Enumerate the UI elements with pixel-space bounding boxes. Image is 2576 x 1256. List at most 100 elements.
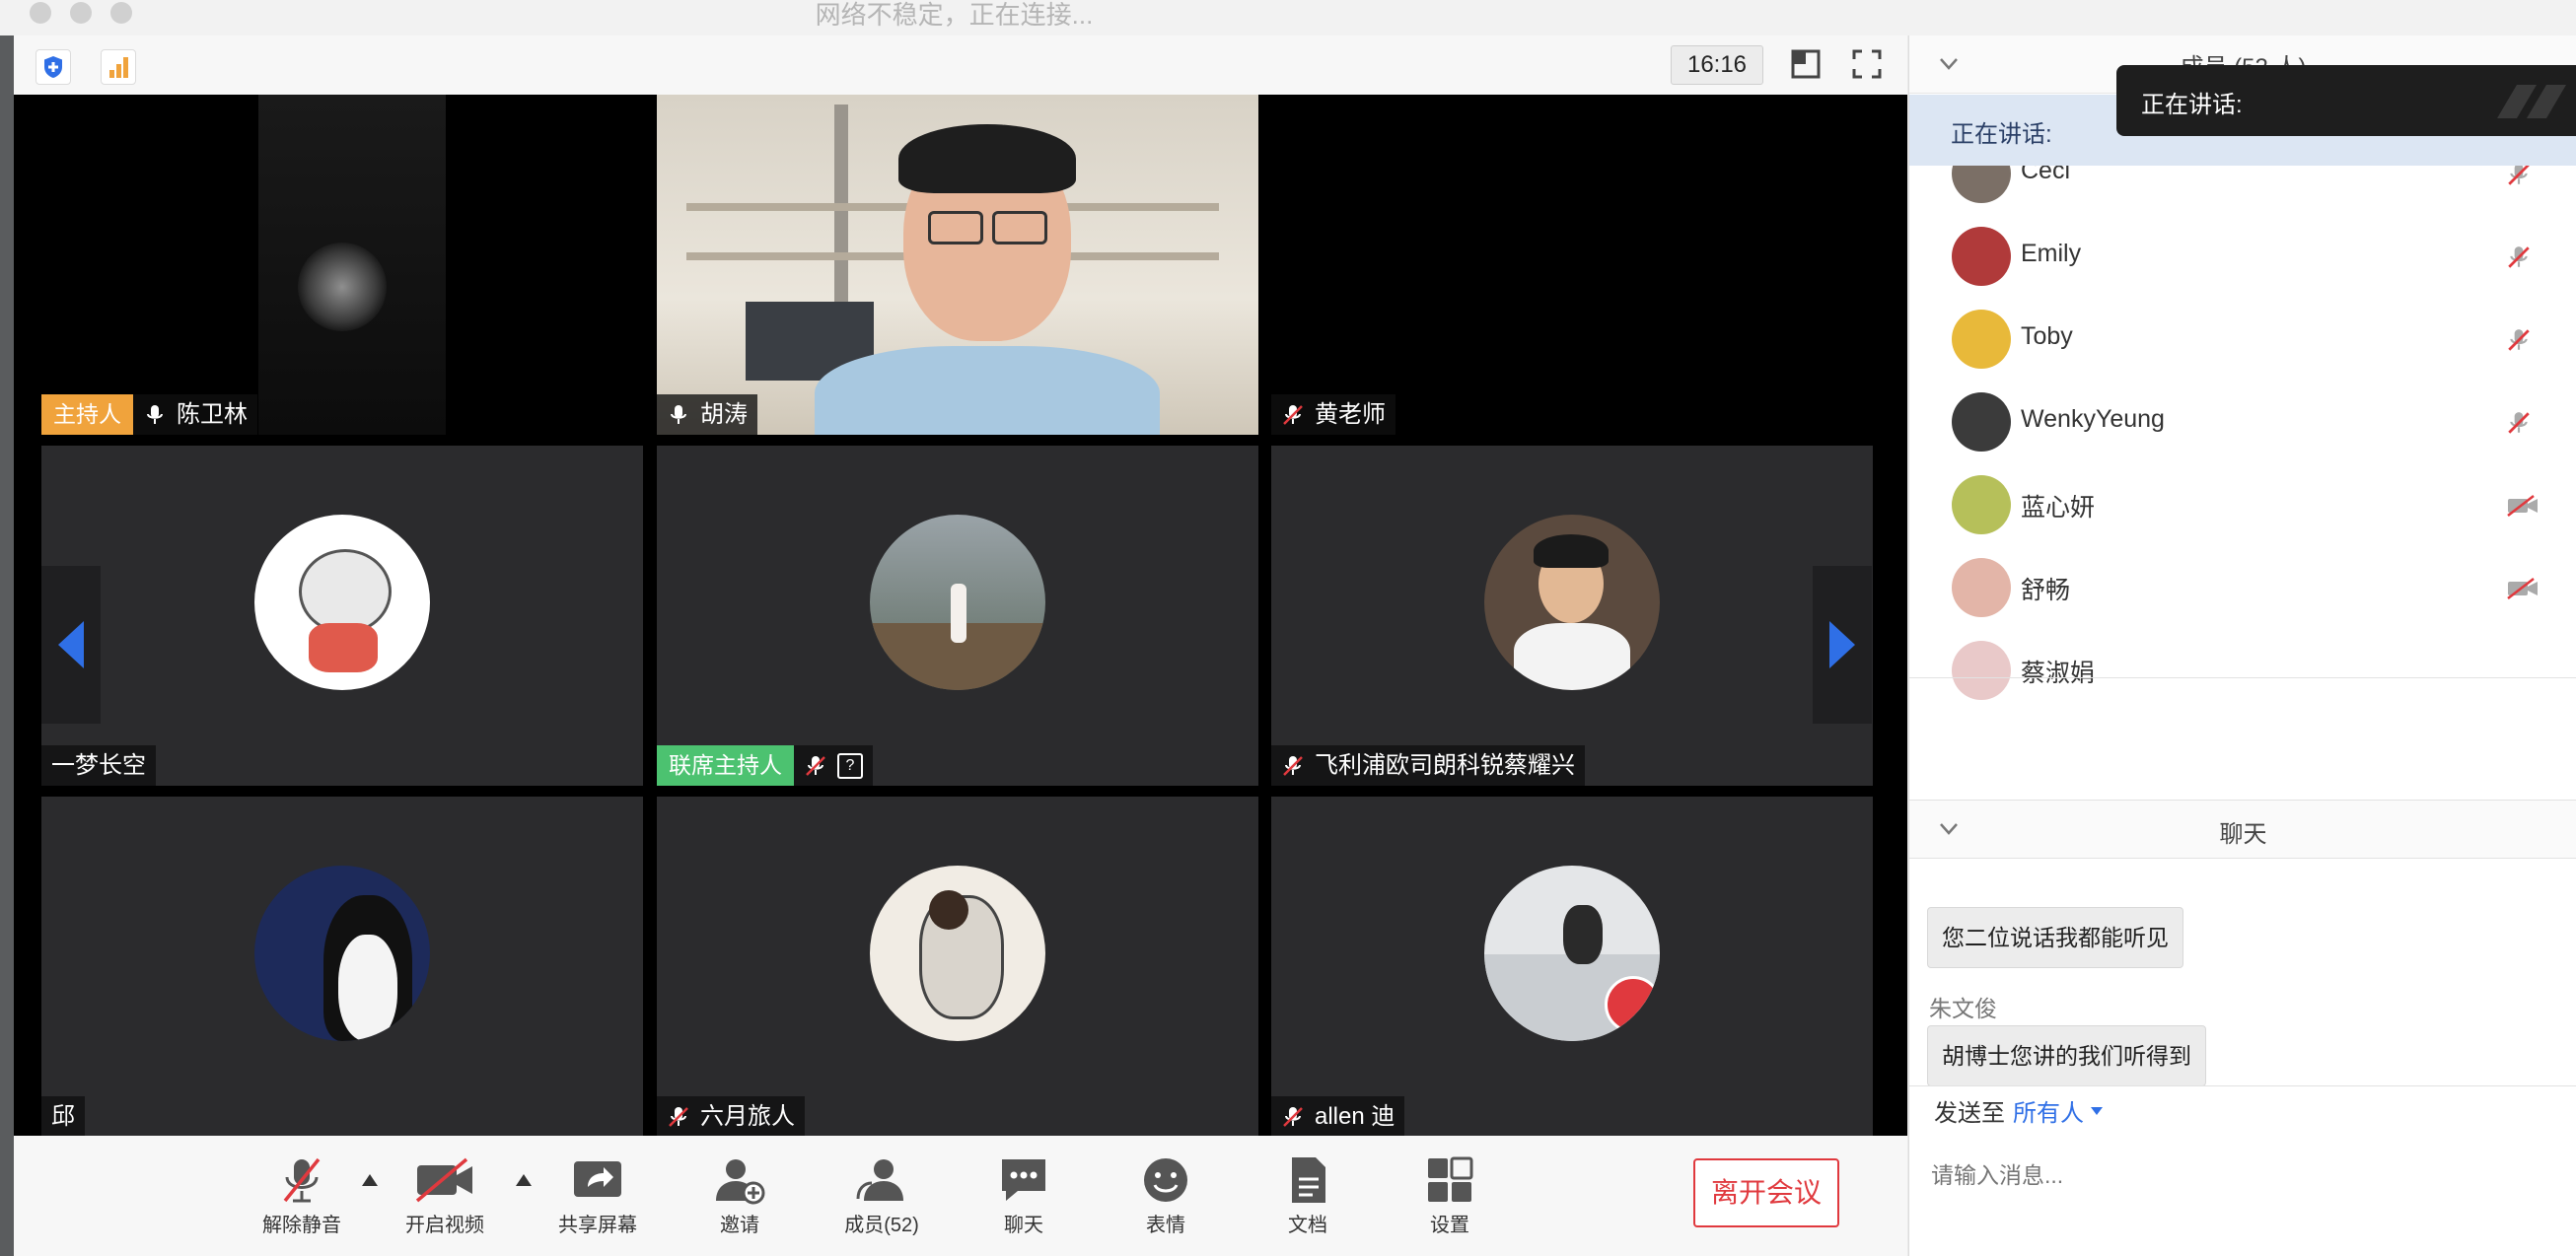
video-tile[interactable]: allen 迪 [1271,797,1873,1137]
participant-name: allen 迪 [1315,1103,1395,1130]
meeting-clock: 16:16 [1671,45,1763,85]
security-shield-icon[interactable] [36,49,71,85]
microphone-muted-icon [1283,404,1303,425]
member-name: Emily [2021,240,2082,267]
members-list: Ceci Emily Toby WenkyYeung 蓝心妍 舒畅 蔡淑娟 [1909,166,2576,713]
window-titlebar: 网络不稳定，正在连接... [0,0,2576,35]
participant-name-bar: 六月旅人 [657,1096,805,1137]
member-avatar [1952,392,2011,452]
member-name: 蓝心妍 [2021,494,2096,522]
send-to-label: 发送至 [1934,1100,2005,1127]
video-tile[interactable]: 一梦长空 [41,446,643,786]
host-badge: 主持人 [41,394,133,435]
member-avatar [1952,310,2011,369]
participant-name-bar: 主持人 陈卫林 [41,394,257,435]
help-icon: ? [837,752,863,779]
participant-name-bar: allen 迪 [1271,1096,1405,1137]
meeting-top-toolbar: 16:16 [14,35,1907,96]
emoji-icon [1144,1158,1187,1202]
member-name: Toby [2021,322,2073,350]
microphone-muted-icon [669,1106,688,1127]
window-title: 网络不稳定，正在连接... [815,0,1094,30]
member-item[interactable]: Emily [1909,209,2576,292]
chat-header: 聊天 [1909,800,2576,859]
participant-avatar [1484,866,1660,1041]
speaking-popup-label: 正在讲话: [2141,92,2243,118]
chat-sender: 朱文俊 [1929,996,1997,1021]
participant-name: 飞利浦欧司朗科锐蔡耀兴 [1315,752,1575,779]
leave-meeting-button[interactable]: 离开会议 [1693,1158,1839,1227]
participant-name: 胡涛 [700,401,748,428]
share-screen-icon [574,1161,621,1197]
participant-name-bar: 黄老师 [1271,394,1395,435]
cohost-badge: 联席主持人 [657,745,794,786]
chat-button[interactable]: 聊天 [965,1155,1083,1237]
chat-message-input[interactable] [1929,1145,2554,1206]
settings-button[interactable]: 设置 [1391,1155,1509,1237]
chat-messages: 您二位说话我都能听见 朱文俊 胡博士您讲的我们听得到 [1909,858,2576,1122]
chat-title: 聊天 [2219,821,2267,848]
unmute-button[interactable]: 解除静音 [243,1155,361,1237]
microphone-muted-icon [806,755,825,776]
send-to-selector[interactable]: 所有人 [2013,1093,2104,1128]
invite-button[interactable]: 邀请 [680,1155,799,1237]
microphone-muted-icon [2508,246,2530,268]
video-tile[interactable]: 飞利浦欧司朗科锐蔡耀兴 [1271,446,1873,786]
next-page-button[interactable] [1813,566,1872,724]
glasses [992,211,1047,244]
fullscreen-icon[interactable] [1850,47,1884,86]
microphone-muted-icon [2508,166,2530,185]
microphone-muted-icon [1283,1106,1303,1127]
member-avatar [1952,475,2011,534]
meeting-bottom-toolbar: 解除静音 开启视频 共享屏幕 邀请 成员(52) 聊天 表情 文档 设置 离开会… [14,1136,1907,1256]
video-tile[interactable]: 邱 [41,797,643,1137]
participant-name: 一梦长空 [51,752,146,779]
settings-grid-icon [1428,1156,1473,1202]
video-tile[interactable]: 六月旅人 [657,797,1258,1137]
participant-avatar [254,515,430,690]
video-tile-cohost[interactable]: 联席主持人 ? [657,446,1258,786]
share-screen-button[interactable]: 共享屏幕 [538,1155,657,1237]
participant-name: 陈卫林 [177,401,248,428]
chat-icon [1002,1159,1045,1201]
participant-name-bar: 邱 [41,1096,85,1137]
speaking-popup: 正在讲话: [2116,65,2576,136]
audio-options-arrow[interactable] [361,1173,379,1192]
member-avatar [1952,227,2011,286]
participant-name-bar: 胡涛 [657,394,757,435]
video-tile-host[interactable]: 主持人 陈卫林 [41,95,643,435]
camera-light-glow [298,243,387,331]
participant-name: 邱 [51,1103,75,1130]
documents-button[interactable]: 文档 [1249,1155,1367,1237]
chat-message: 您二位说话我都能听见 [1927,907,2183,968]
video-camera-off-icon [2507,578,2538,599]
participant-name-bar: 一梦长空 [41,745,156,786]
microphone-muted-icon [1283,755,1303,776]
network-signal-icon[interactable] [101,49,136,85]
video-grid: 主持人 陈卫林 胡涛 黄老师 一梦长空 联席主持人 ? 飞利浦欧司朗科锐蔡耀兴 … [14,95,1907,1137]
member-item[interactable]: Toby [1909,292,2576,375]
glasses [928,211,983,244]
member-item[interactable]: WenkyYeung [1909,375,2576,457]
members-button[interactable]: 成员(52) [823,1155,941,1237]
member-item[interactable]: 蓝心妍 [1909,457,2576,540]
emoji-button[interactable]: 表情 [1107,1155,1225,1237]
member-item[interactable]: 蔡淑娟 [1909,623,2576,706]
start-video-button[interactable]: 开启视频 [386,1155,504,1237]
participant-avatar [870,866,1045,1041]
divider [1909,1085,2576,1086]
member-item[interactable]: Ceci [1909,166,2576,209]
video-options-arrow[interactable] [515,1173,533,1192]
video-tile[interactable]: 黄老师 [1271,95,1873,435]
send-to-target: 所有人 [2013,1100,2084,1127]
member-name: Ceci [2021,166,2071,184]
document-icon [1292,1157,1325,1203]
video-camera-off-icon [2507,495,2538,517]
member-item[interactable]: 舒畅 [1909,540,2576,623]
video-tile-speaker[interactable]: 胡涛 [657,95,1258,435]
chat-message: 胡博士您讲的我们听得到 [1927,1025,2206,1086]
video-camera-off-icon [415,1157,472,1203]
previous-page-button[interactable] [41,566,101,724]
side-panel: 成员 (52 人) 正在讲话: Ceci Emily Toby WenkyYeu… [1908,35,2576,1256]
layout-icon[interactable] [1789,47,1823,86]
